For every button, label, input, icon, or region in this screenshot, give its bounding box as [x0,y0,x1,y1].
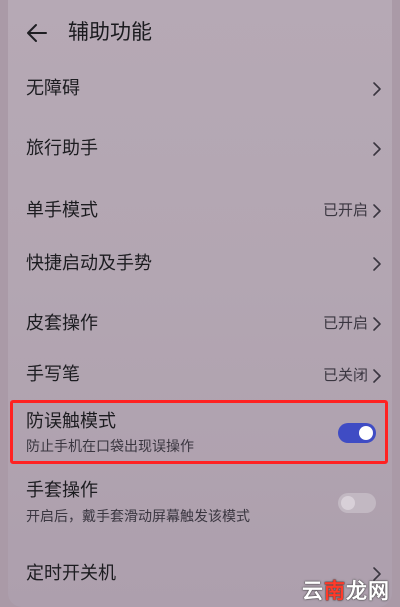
status-value: 已开启 [322,201,368,219]
arrow-left-icon[interactable] [24,20,50,46]
chevron-right-icon [373,204,381,218]
chevron-right-icon [373,142,381,156]
chevron-right-icon [373,82,381,96]
status-value: 已关闭 [322,366,368,384]
highlight-annotation-box [10,400,388,464]
settings-item-description: 开启后，戴手套滑动屏幕触发该模式 [26,509,250,525]
watermark-logo: 云南龙网 [302,579,390,603]
settings-item-label: 无障碍 [26,78,80,99]
chevron-right-icon [373,317,381,331]
chevron-right-icon [373,369,381,383]
settings-item-accessibility[interactable]: 无障碍 [8,66,392,112]
settings-item-label: 手写笔 [26,364,80,385]
settings-item-one-hand-mode[interactable]: 单手模式 已开启 [8,188,392,234]
toggle-knob [341,496,355,510]
settings-item-label: 定时开关机 [26,563,116,584]
status-value: 已开启 [322,314,368,332]
settings-item-label: 单手模式 [26,200,98,221]
settings-item-stylus[interactable]: 手写笔 已关闭 [8,352,392,398]
settings-item-quick-launch-gestures[interactable]: 快捷启动及手势 [8,240,392,286]
settings-item-label: 旅行助手 [26,138,98,159]
header-bar: 辅助功能 [8,0,392,66]
settings-item-cover-operation[interactable]: 皮套操作 已开启 [8,300,392,346]
settings-item-label: 快捷启动及手势 [26,253,152,274]
settings-item-glove-mode[interactable]: 手套操作 开启后，戴手套滑动屏幕触发该模式 [8,474,392,534]
glove-mode-toggle[interactable] [338,493,376,513]
chevron-right-icon [373,257,381,271]
settings-screen: 辅助功能 无障碍 旅行助手 单手模式 已开启 快捷启动及手势 皮套操作 已开启 [8,0,392,607]
page-title: 辅助功能 [68,20,152,44]
settings-item-travel-assistant[interactable]: 旅行助手 [8,124,392,170]
settings-item-label: 皮套操作 [26,313,98,334]
settings-item-label: 手套操作 [26,480,98,501]
